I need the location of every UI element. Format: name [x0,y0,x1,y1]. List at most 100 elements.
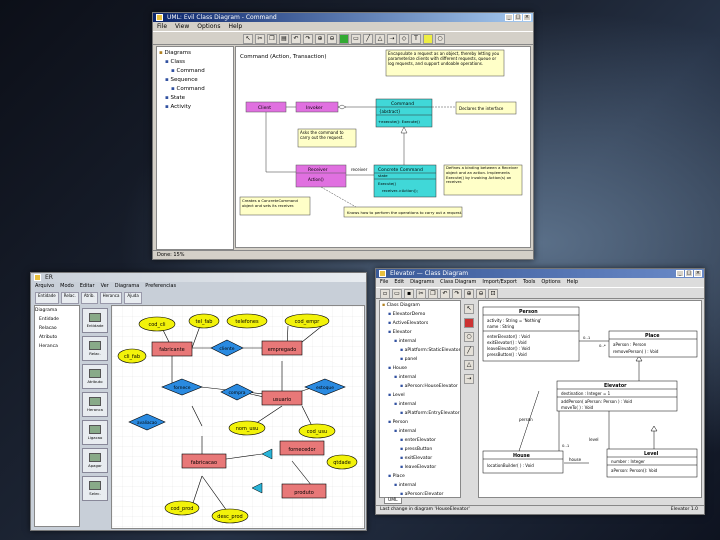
tree-node[interactable]: ▪ Elevator [380,328,460,337]
undo-icon[interactable]: ↶ [291,34,301,44]
class-tool-icon[interactable] [339,34,349,44]
palette-button[interactable]: Heranca [82,392,108,417]
tree-node[interactable]: ▪ Activity [157,103,233,112]
tree-node[interactable]: ▪ pressButton [380,445,460,454]
tree-node[interactable]: ▪ Command [157,85,233,94]
menu-tools[interactable]: Tools [523,278,535,287]
interface-tool-icon[interactable]: ○ [464,332,474,342]
select-tool-icon[interactable]: ↖ [464,304,474,314]
menu-help[interactable]: Help [567,278,578,287]
minimize-icon[interactable]: _ [676,270,684,277]
zoom-in-icon[interactable]: ⊕ [464,289,474,299]
er-toolbar-btn-5[interactable]: Ajuda [124,292,142,304]
menu-editar[interactable]: Editar [80,282,95,291]
tree-node[interactable]: ▪ aPlatform:StaticElevator [380,346,460,355]
tree-item[interactable]: Entidade [35,315,79,324]
cut-icon[interactable]: ✂ [416,289,426,299]
tree-node[interactable]: ▪ internal [380,481,460,490]
palette-button[interactable]: Entidade [82,308,108,333]
menu-modo[interactable]: Modo [60,282,74,291]
er-toolbar-btn-3[interactable]: Atrib. [80,292,98,304]
tree-node[interactable]: ▪ exitElevator [380,454,460,463]
new-icon[interactable]: ▫ [380,289,390,299]
menu-options[interactable]: Options [541,278,560,287]
maximize-icon[interactable]: □ [685,270,693,277]
tree-node[interactable]: ▪ ActiveElevators [380,319,460,328]
dependency-tool-icon[interactable]: ⇢ [464,374,474,384]
elevator-canvas[interactable]: Person activity : String = 'Nothing' nam… [478,300,702,498]
close-icon[interactable]: × [523,14,531,21]
tree-item[interactable]: Atributo [35,333,79,342]
maximize-icon[interactable]: □ [514,14,522,21]
tree-node[interactable]: ▪ State [157,94,233,103]
menu-class-diagram[interactable]: Class Diagram [440,278,476,287]
close-icon[interactable]: × [694,270,702,277]
minimize-icon[interactable]: _ [505,14,513,21]
aggregation-tool-icon[interactable]: ◇ [399,34,409,44]
redo-icon[interactable]: ↷ [452,289,462,299]
tree-node[interactable]: ▪ Place [380,472,460,481]
tree-node[interactable]: ▪ Sequence [157,76,233,85]
tree-node[interactable]: ▪ Command [157,67,233,76]
generalization-tool-icon[interactable]: △ [375,34,385,44]
er-toolbar-btn-1[interactable]: Entidade [35,292,59,304]
yellow-note-icon[interactable] [423,34,433,44]
palette-button[interactable]: Ligacao [82,420,108,445]
generalization-tool-icon[interactable]: △ [464,360,474,370]
menu-import-export[interactable]: Import/Export [482,278,517,287]
dependency-tool-icon[interactable]: ⇢ [387,34,397,44]
tree-node[interactable]: ▪ aPerson:HouseElevator [380,382,460,391]
menu-help[interactable]: Help [228,22,242,31]
tree-item[interactable]: Heranca [35,342,79,351]
menu-file[interactable]: File [380,278,388,287]
menu-diagrams[interactable]: Diagrams [410,278,434,287]
er-window-titlebar[interactable]: ER [31,273,366,282]
association-tool-icon[interactable]: ╱ [363,34,373,44]
tree-node[interactable]: ▪ Class [157,58,233,67]
tree-node[interactable]: ▪ internal [380,373,460,382]
er-toolbar-btn-4[interactable]: Heranca [99,292,123,304]
elevator-window-titlebar[interactable]: Elevator — Class Diagram _ □ × [376,269,704,278]
menu-ver[interactable]: Ver [101,282,109,291]
uml-diagram-canvas[interactable]: Command (Action, Transaction) Encapsulat… [235,46,531,248]
note-tool-icon[interactable]: ▭ [351,34,361,44]
redo-icon[interactable]: ↷ [303,34,313,44]
menu-arquivo[interactable]: Arquivo [35,282,54,291]
uml-window-titlebar[interactable]: UML: Evil Class Diagram - Command _ □ × [153,13,533,22]
association-tool-icon[interactable]: ╱ [464,346,474,356]
palette-button[interactable]: Atributo [82,364,108,389]
menu-options[interactable]: Options [197,22,220,31]
tree-node[interactable]: ▪ panel [380,355,460,364]
zoom-out-icon[interactable]: ⊖ [327,34,337,44]
tree-node[interactable]: ▪ ElevatorDemo [380,310,460,319]
tree-node[interactable]: ▪ internal [380,427,460,436]
palette-button[interactable]: Apagar [82,448,108,473]
menu-edit[interactable]: Edit [394,278,404,287]
tree-node[interactable]: ▪ leaveElevator [380,463,460,472]
tree-node[interactable]: ▪ aPlatform:EntryElevator [380,409,460,418]
tree-node[interactable]: ▪ internal [380,400,460,409]
palette-button[interactable]: Relac. [82,336,108,361]
interface-tool-icon[interactable]: ○ [435,34,445,44]
er-toolbar-btn-2[interactable]: Relac. [60,292,79,304]
fit-icon[interactable]: ⊡ [488,289,498,299]
menu-file[interactable]: File [157,22,167,31]
tree-node[interactable]: ▪ Level [380,391,460,400]
paste-icon[interactable]: ▤ [279,34,289,44]
tree-node[interactable]: ▪ Class Diagram [380,301,460,310]
zoom-out-icon[interactable]: ⊖ [476,289,486,299]
open-icon[interactable]: ▭ [392,289,402,299]
er-canvas[interactable]: cod_cli tel_fab telefones cod_empr cli_f… [111,305,365,529]
text-tool-icon[interactable]: T [411,34,421,44]
menu-preferencias[interactable]: Preferencias [145,282,176,291]
tree-node[interactable]: ▪ internal [380,337,460,346]
menu-diagrama[interactable]: Diagrama [115,282,140,291]
cut-icon[interactable]: ✂ [255,34,265,44]
class-tool-icon[interactable] [464,318,474,328]
elevator-tab[interactable]: UML [384,497,402,504]
tree-node[interactable]: ▪ Diagrams [157,49,233,58]
tree-node[interactable]: ▪ enterElevator [380,436,460,445]
menu-view[interactable]: View [175,22,189,31]
tree-node[interactable]: ▪ Person [380,418,460,427]
pointer-tool-icon[interactable]: ↖ [243,34,253,44]
